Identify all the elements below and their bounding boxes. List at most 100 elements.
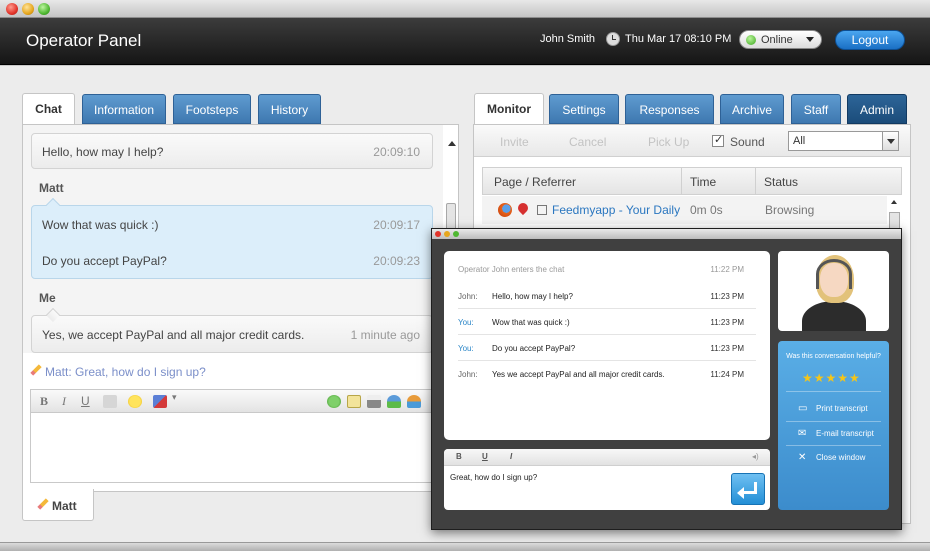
italic-button[interactable]: I bbox=[62, 394, 66, 409]
transcript-text: Do you accept PayPal? bbox=[492, 344, 576, 353]
tab-footsteps[interactable]: Footsteps bbox=[173, 94, 251, 124]
visitor-status: Browsing bbox=[765, 203, 815, 217]
transcript-row: John: Hello, how may I help? 11:23 PM bbox=[458, 283, 756, 309]
message-time: 20:09:10 bbox=[373, 145, 420, 159]
online-status-icon bbox=[746, 35, 756, 45]
smiley-icon[interactable] bbox=[128, 395, 142, 408]
sound-checkbox[interactable] bbox=[712, 133, 724, 147]
speaker-icon[interactable]: ◂) bbox=[752, 452, 759, 461]
column-header[interactable]: Page / Referrer bbox=[494, 175, 576, 189]
status-dropdown[interactable]: Online bbox=[739, 30, 822, 49]
visitor-tab-matt[interactable]: Matt bbox=[22, 489, 94, 521]
column-header[interactable]: Time bbox=[690, 175, 716, 189]
scroll-up-icon[interactable] bbox=[448, 141, 456, 146]
user-transfer-icon[interactable] bbox=[387, 395, 401, 408]
message-text: Do you accept PayPal? bbox=[42, 254, 167, 268]
chat-message: Hello, how may I help? 20:09:10 bbox=[31, 133, 433, 169]
tab-staff[interactable]: Staff bbox=[791, 94, 841, 124]
system-message: Operator John enters the chat 11:22 PM bbox=[458, 265, 756, 274]
external-link-icon[interactable] bbox=[537, 205, 547, 215]
column-header[interactable]: Status bbox=[764, 175, 798, 189]
tab-responses[interactable]: Responses bbox=[625, 94, 714, 124]
visitor-filter-select[interactable]: All bbox=[788, 131, 899, 151]
clock-icon bbox=[606, 32, 620, 46]
logout-button[interactable]: Logout bbox=[835, 30, 905, 50]
notes-icon[interactable] bbox=[347, 395, 361, 408]
visitor-page[interactable]: Feedmyapp - Your Daily \ bbox=[552, 203, 682, 217]
compose-box: B U I ◂) Great, how do I sign up? bbox=[444, 449, 770, 510]
chevron-down-icon bbox=[806, 37, 814, 42]
window-statusbar bbox=[0, 542, 930, 551]
transcript-time: 11:23 PM bbox=[710, 292, 744, 301]
monitor-toolbar: Invite Cancel Pick Up Sound All bbox=[474, 125, 910, 157]
chevron-down-icon[interactable]: ▾ bbox=[172, 392, 177, 403]
bold-button[interactable]: B bbox=[40, 394, 48, 409]
message-time: 20:09:17 bbox=[373, 218, 420, 232]
send-button[interactable] bbox=[731, 473, 765, 505]
maximize-window-icon[interactable] bbox=[453, 231, 459, 237]
pickup-button[interactable]: Pick Up bbox=[648, 135, 689, 149]
message-text: Wow that was quick :) bbox=[42, 218, 159, 232]
table-row[interactable]: Feedmyapp - Your Daily \ 0m 0s Browsing bbox=[482, 196, 887, 224]
close-window-icon[interactable] bbox=[435, 231, 441, 237]
transcript-time: 11:23 PM bbox=[710, 318, 744, 327]
tab-monitor[interactable]: Monitor bbox=[474, 93, 544, 125]
message-sender: Matt bbox=[39, 181, 64, 195]
maximize-window-icon[interactable] bbox=[38, 3, 50, 15]
spellcheck-icon[interactable] bbox=[153, 395, 167, 408]
typing-text: Matt: Great, how do I sign up? bbox=[45, 365, 206, 379]
transcript-time: 11:23 PM bbox=[710, 344, 744, 353]
minimize-window-icon[interactable] bbox=[22, 3, 34, 15]
transcript-row: John: Yes we accept PayPal and all major… bbox=[458, 361, 756, 387]
message-text: Yes, we accept PayPal and all major cred… bbox=[42, 328, 305, 342]
close-window-label: Close window bbox=[816, 453, 866, 462]
italic-button[interactable]: I bbox=[510, 452, 512, 461]
close-window-icon[interactable] bbox=[6, 3, 18, 15]
tab-admin[interactable]: Admin bbox=[847, 94, 907, 124]
link-icon[interactable] bbox=[103, 395, 117, 408]
visitor-time: 0m 0s bbox=[690, 203, 723, 217]
user-name: John Smith bbox=[540, 33, 596, 45]
message-input[interactable] bbox=[30, 413, 458, 483]
underline-button[interactable]: U bbox=[482, 452, 488, 461]
minimize-window-icon[interactable] bbox=[444, 231, 450, 237]
sound-label: Sound bbox=[730, 135, 765, 149]
headset-icon bbox=[816, 259, 852, 289]
tab-settings[interactable]: Settings bbox=[549, 94, 619, 124]
chevron-down-icon[interactable] bbox=[882, 132, 898, 150]
users-icon[interactable] bbox=[407, 395, 421, 408]
tab-information[interactable]: Information bbox=[82, 94, 166, 124]
filter-value: All bbox=[793, 135, 806, 147]
invite-button[interactable]: Invite bbox=[500, 135, 529, 149]
tab-archive[interactable]: Archive bbox=[720, 94, 784, 124]
transcript-row: You: Wow that was quick :) 11:23 PM bbox=[458, 309, 756, 335]
transcript-sender: John: bbox=[458, 370, 478, 379]
operator-avatar bbox=[778, 251, 889, 331]
preview-titlebar bbox=[432, 229, 901, 239]
app-header: Operator Panel John Smith Thu Mar 17 08:… bbox=[0, 18, 930, 65]
compose-input[interactable]: Great, how do I sign up? bbox=[450, 473, 537, 482]
chat-message: Yes, we accept PayPal and all major cred… bbox=[31, 307, 433, 353]
underline-button[interactable]: U bbox=[81, 394, 90, 408]
insert-icon[interactable] bbox=[327, 395, 341, 408]
transcript-text: Wow that was quick :) bbox=[492, 318, 570, 327]
bold-button[interactable]: B bbox=[456, 452, 462, 461]
firefox-icon bbox=[498, 203, 512, 217]
rating-stars[interactable]: ★★★★★ bbox=[802, 371, 861, 385]
message-time: 11:22 PM bbox=[710, 265, 744, 274]
transcript-text: Hello, how may I help? bbox=[492, 292, 573, 301]
envelope-icon: ✉ bbox=[798, 428, 807, 439]
compose-toolbar: B U I ◂) bbox=[444, 449, 770, 466]
print-transcript-label: Print transcript bbox=[816, 404, 868, 413]
transcript-sender: John: bbox=[458, 292, 478, 301]
tab-history[interactable]: History bbox=[258, 94, 321, 124]
scroll-up-icon[interactable] bbox=[891, 200, 897, 204]
print-icon[interactable] bbox=[367, 395, 381, 408]
transcript-sender: You: bbox=[458, 318, 474, 327]
location-pin-icon bbox=[515, 200, 531, 216]
tab-chat[interactable]: Chat bbox=[22, 93, 75, 125]
cancel-button[interactable]: Cancel bbox=[569, 135, 606, 149]
chat-message: Wow that was quick :) 20:09:17 Do you ac… bbox=[31, 197, 433, 279]
current-datetime: Thu Mar 17 08:10 PM bbox=[625, 33, 732, 45]
email-transcript-label: E-mail transcript bbox=[816, 429, 874, 438]
